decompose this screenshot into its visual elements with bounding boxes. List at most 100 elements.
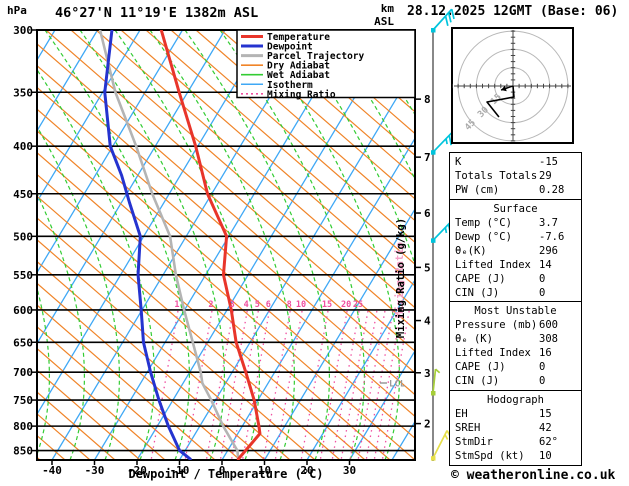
panel-row: CAPE (J) 0 — [450, 360, 581, 374]
credit: © weatheronline.co.uk — [451, 468, 616, 483]
panel-row: PW (cm) 0.28 — [450, 183, 581, 197]
pressure-label: 400 — [13, 140, 33, 153]
panel-row-label: CAPE (J) — [455, 272, 506, 285]
panel-row: Totals Totals 29 — [450, 169, 581, 183]
wind-barb — [431, 8, 455, 33]
panel-row-value: 0 — [539, 286, 546, 299]
legend: TemperatureDewpointParcel TrajectoryDry … — [236, 29, 416, 100]
panel-row: EH 15 — [450, 407, 581, 421]
mixing-ratio-value-label: 6 — [266, 300, 271, 310]
panel-row-value: 0 — [539, 272, 546, 285]
mixing-ratio-value-label: 3 — [230, 300, 235, 310]
lcl-label: LCL — [389, 380, 406, 390]
panel-section-title: Most Unstable — [474, 305, 557, 317]
altitude-km-label: 4 — [424, 315, 431, 328]
panel-row: θₑ(K) 296 — [450, 244, 581, 258]
panel-row-value: 10 — [539, 449, 552, 462]
panel-row: Dewp (°C) -7.6 — [450, 230, 581, 244]
indices-panel: K -15 Totals Totals 29 PW (cm) 0.28 Surface Tem… — [449, 152, 582, 466]
altitude-km-label: 6 — [424, 207, 431, 220]
mixing-ratio-axis-label: Mixing Ratio (g/kg) — [395, 218, 407, 338]
pressure-label: 300 — [13, 24, 33, 37]
panel-row-label: EH — [455, 407, 468, 420]
panel-row-value: 0 — [539, 361, 546, 373]
mixing-ratio-value-label: 8 — [287, 300, 292, 310]
panel-row: CAPE (J) 0 — [450, 272, 581, 286]
panel-row-label: StmDir — [455, 435, 493, 448]
panel-row: K -15 — [450, 155, 581, 169]
hodograph: kt 153045 — [451, 27, 574, 144]
mixing-ratio-value-label: 2 — [208, 300, 213, 310]
panel-row-value: -15 — [539, 156, 558, 168]
pressure-label: 650 — [13, 336, 33, 349]
pressure-label: 450 — [13, 188, 33, 201]
mixing-ratio-value-label: 10 — [296, 300, 306, 310]
panel-row-label: Pressure (mb) — [455, 319, 538, 331]
skewt-sounding-screen: hPa 46°27'N 11°19'E 1382m ASL km ASL 28.… — [0, 0, 629, 486]
panel-row: StmDir 62° — [450, 435, 581, 449]
legend-label: Mixing Ratio — [267, 89, 336, 100]
panel-row-label: Totals Totals — [455, 170, 538, 182]
pressure-label: 700 — [13, 366, 33, 379]
panel-section: Hodograph EH 15 SREH 42 StmDir 62° StmSpd (kt) 1… — [449, 389, 582, 466]
panel-section-title: Hodograph — [487, 393, 544, 406]
isotherm-line — [0, 30, 13, 460]
panel-row: Pressure (mb) 600 — [450, 318, 581, 332]
sounding-curves — [98, 30, 262, 460]
panel-section: K -15 Totals Totals 29 PW (cm) 0.28 — [449, 152, 582, 200]
panel-row-label: Dewp (°C) — [455, 230, 512, 243]
temp-axis-label: Dewpoint / Temperature (°C) — [128, 467, 324, 481]
panel-row: SREH 42 — [450, 421, 581, 435]
panel-row: CIN (J) 0 — [450, 286, 581, 300]
panel-section: Surface Temp (°C) 3.7 Dewp (°C) -7.6 θₑ(K) 296… — [449, 198, 582, 303]
panel-section: Most Unstable Pressure (mb) 600 θₑ (K) 308 Li… — [449, 301, 582, 391]
panel-row: CIN (J) 0 — [450, 374, 581, 388]
panel-row-value: 16 — [539, 347, 552, 359]
altitude-km-label: 8 — [424, 93, 431, 106]
mixing-ratio-value-label: 25 — [353, 300, 363, 310]
mixing-ratio-value-label: 1 — [174, 300, 179, 310]
panel-row-label: Temp (°C) — [455, 216, 512, 229]
panel-row-label: StmSpd (kt) — [455, 449, 525, 462]
panel-row-value: 308 — [539, 333, 558, 345]
panel-row-label: θₑ (K) — [455, 333, 493, 345]
pressure-label: 750 — [13, 394, 33, 407]
panel-row-value: 29 — [539, 170, 552, 182]
mixing-ratio-value-label: 5 — [255, 300, 260, 310]
panel-row-label: K — [455, 156, 462, 168]
panel-row-label: SREH — [455, 421, 481, 434]
mixing-ratio-value-label: 15 — [322, 300, 332, 310]
panel-row-label: Lifted Index — [455, 258, 531, 271]
panel-row: StmSpd (kt) 10 — [450, 449, 581, 463]
mixing-ratio-value-label: 20 — [341, 300, 351, 310]
panel-row-value: 15 — [539, 407, 552, 420]
panel-row-value: 600 — [539, 319, 558, 331]
pressure-label: 350 — [13, 86, 33, 99]
panel-section-title: Surface — [493, 202, 538, 215]
altitude-km-label: 7 — [424, 151, 431, 164]
panel-row-label: CIN (J) — [455, 375, 500, 387]
panel-row-label: Lifted Index — [455, 347, 531, 359]
panel-row-value: 42 — [539, 421, 552, 434]
panel-row-label: CIN (J) — [455, 286, 500, 299]
mixing-ratio-value-label: 4 — [244, 300, 249, 310]
panel-row-label: PW (cm) — [455, 184, 500, 196]
altitude-km-label: 3 — [424, 367, 431, 380]
panel-row: θₑ (K) 308 — [450, 332, 581, 346]
panel-row-value: 0 — [539, 375, 546, 387]
altitude-km-label: 2 — [424, 418, 431, 431]
pressure-label: 550 — [13, 269, 33, 282]
panel-row-label: CAPE (J) — [455, 361, 506, 373]
panel-row: Temp (°C) 3.7 — [450, 216, 581, 230]
panel-row-value: 3.7 — [539, 216, 558, 229]
panel-row-value: 296 — [539, 244, 558, 257]
pressure-label: 600 — [13, 304, 33, 317]
panel-row: Lifted Index 16 — [450, 346, 581, 360]
panel-row-value: 14 — [539, 258, 552, 271]
panel-row-value: 0.28 — [539, 184, 565, 196]
panel-row: Lifted Index 14 — [450, 258, 581, 272]
panel-row-label: θₑ(K) — [455, 244, 487, 257]
pressure-label: 800 — [13, 420, 33, 433]
altitude-km-label: 5 — [424, 261, 431, 274]
mixing-ratio-line — [357, 310, 386, 460]
